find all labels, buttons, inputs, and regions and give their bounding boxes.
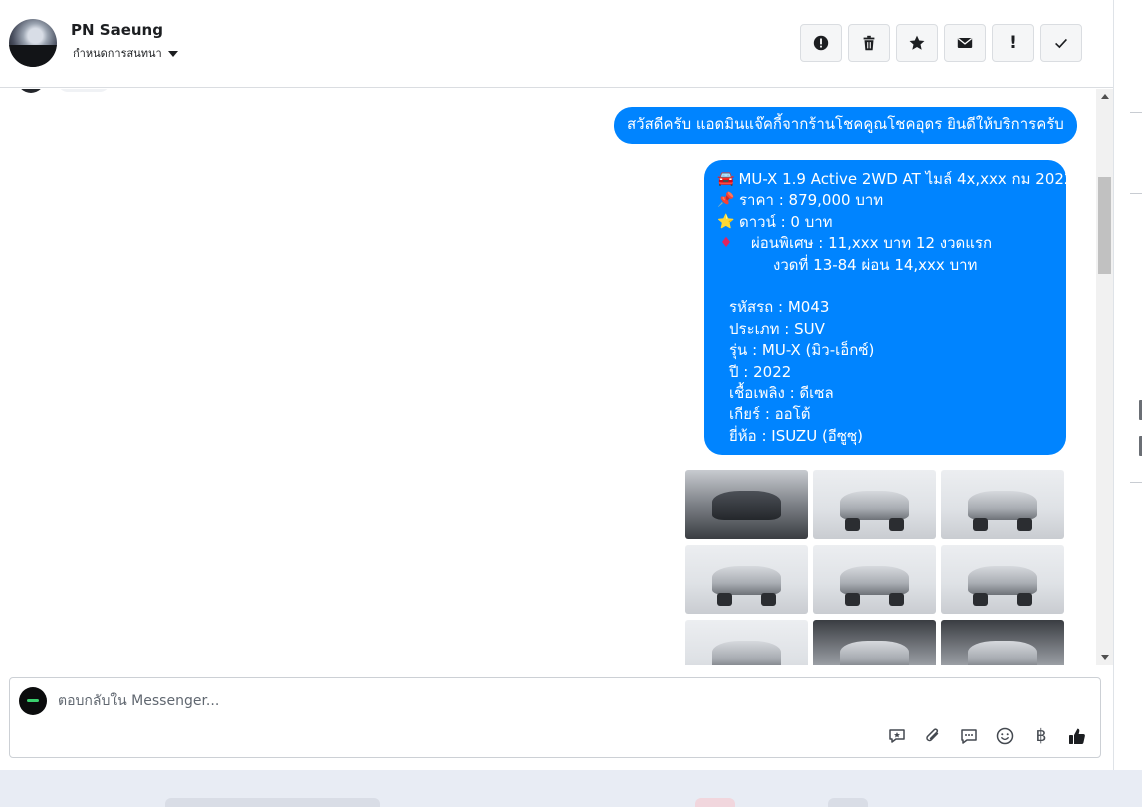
delete-button[interactable] [848, 24, 890, 62]
car-photo[interactable] [813, 545, 936, 614]
car-title: MU-X 1.9 Active 2WD AT ไมล์ 4x,xxx กม 20… [738, 170, 1074, 188]
car-photo[interactable] [813, 470, 936, 539]
emoji-icon [996, 727, 1014, 745]
car-year-line: ปี : 2022 [717, 362, 1054, 383]
mail-icon [957, 37, 973, 48]
car-title-line: 🚘 MU-X 1.9 Active 2WD AT ไมล์ 4x,xxx กม … [717, 169, 1073, 190]
car-gear-line: เกียร์ : ออโต้ [717, 404, 1054, 425]
car-emoji: 🚘 [717, 171, 735, 187]
taskbar-item [828, 798, 868, 807]
car-photo[interactable] [685, 470, 808, 539]
mark-done-button[interactable] [1040, 24, 1082, 62]
attach-button[interactable] [922, 725, 944, 747]
car-down-line: ⭐ ดาวน์ : 0 บาท [717, 212, 1054, 233]
scrollbar-thumb[interactable] [1098, 177, 1111, 274]
sender-avatar-partial [17, 89, 45, 93]
mark-spam-button[interactable] [800, 24, 842, 62]
attachment-icon [926, 728, 939, 742]
caret-down-icon [167, 50, 178, 57]
check-icon [1055, 38, 1067, 49]
car-type-line: ประเภท : SUV [717, 319, 1054, 340]
message-bubbles-icon [961, 729, 977, 744]
message-bubble-partial [58, 89, 110, 92]
photo-grid [685, 470, 1065, 665]
saved-reply-button[interactable] [886, 725, 908, 747]
scroll-up-arrow-icon[interactable] [1101, 94, 1109, 99]
taskbar-item [695, 798, 735, 807]
scroll-down-arrow-icon[interactable] [1101, 655, 1109, 660]
car-model: รุ่น : MU-X (มิว-เอ็กซ์) [729, 341, 875, 360]
thread-scrollbar[interactable] [1096, 89, 1113, 665]
car-gear: เกียร์ : ออโต้ [729, 405, 811, 424]
star-emoji: ⭐ [717, 213, 735, 230]
car-installment-rest: งวดที่ 13-84 ผ่อน 14,xxx บาท [773, 255, 978, 274]
car-fuel: เชื้อเพลิง : ดีเซล [729, 384, 834, 403]
car-code: รหัสรถ : M043 [729, 298, 830, 317]
star-button[interactable] [896, 24, 938, 62]
message-thread[interactable]: สวัสดีครับ แอดมินแจ๊คกี้จากร้านโชคคูณโชค… [0, 89, 1113, 665]
exclamation-icon: ! [1009, 33, 1017, 53]
follow-up-button[interactable]: ! [992, 24, 1034, 62]
conversation-status-dropdown[interactable]: กำหนดการสนทนา [73, 44, 178, 62]
car-photo[interactable] [941, 545, 1064, 614]
messenger-inbox-window: PN Saeung กำหนดการสนทนา ! สวัสดีครับ แอด… [0, 0, 1113, 770]
conversation-header: PN Saeung กำหนดการสนทนา ! [0, 0, 1113, 88]
message-bubble-greeting[interactable]: สวัสดีครับ แอดมินแจ๊คกี้จากร้านโชคคูณโชค… [614, 107, 1077, 144]
contact-name[interactable]: PN Saeung [71, 21, 163, 39]
car-installment-line: ♦ ผ่อนพิเศษ : 11,xxx บาท 12 งวดแรก [717, 233, 1054, 254]
car-photo[interactable] [813, 620, 936, 665]
car-photo[interactable] [941, 470, 1064, 539]
reply-input[interactable] [58, 690, 878, 712]
car-installment-line-2: งวดที่ 13-84 ผ่อน 14,xxx บาท [717, 255, 1054, 276]
diamond-emoji: ♦ [719, 235, 733, 252]
car-down-payment: ดาวน์ : 0 บาท [739, 212, 833, 231]
message-bubble-car-details[interactable]: 🚘 MU-X 1.9 Active 2WD AT ไมล์ 4x,xxx กม … [704, 160, 1073, 455]
car-photo[interactable] [941, 620, 1064, 665]
car-photo[interactable] [685, 545, 808, 614]
mark-unread-button[interactable] [944, 24, 986, 62]
trash-icon [863, 35, 875, 51]
car-installment-first: ผ่อนพิเศษ : 11,xxx บาท 12 งวดแรก [751, 234, 993, 253]
canned-message-button[interactable] [958, 725, 980, 747]
car-price: ราคา : 879,000 บาท [739, 191, 884, 210]
star-icon [909, 35, 925, 50]
alert-circle-icon [813, 35, 829, 51]
contact-avatar[interactable] [9, 19, 57, 67]
car-fuel-line: เชื้อเพลิง : ดีเซล [717, 383, 1054, 404]
thumbs-up-icon [1069, 728, 1085, 744]
pin-emoji: 📌 [717, 192, 735, 209]
header-actions: ! [800, 24, 1082, 62]
car-type: ประเภท : SUV [729, 319, 825, 338]
baht-icon: ฿ [1035, 726, 1047, 746]
composer-toolbar: ฿ [886, 725, 1088, 747]
like-button[interactable] [1066, 725, 1088, 747]
conversation-status-label: กำหนดการสนทนา [73, 47, 162, 60]
emoji-button[interactable] [994, 725, 1016, 747]
saved-reply-icon [889, 729, 905, 743]
car-model-line: รุ่น : MU-X (มิว-เอ็กซ์) [717, 340, 1054, 361]
reply-composer: ฿ [9, 677, 1101, 758]
car-photo[interactable] [685, 620, 808, 665]
payment-button[interactable]: ฿ [1030, 725, 1052, 747]
car-price-line: 📌 ราคา : 879,000 บาท [717, 190, 1054, 211]
taskbar-item [165, 798, 380, 807]
page-avatar [19, 687, 47, 715]
right-side-panel-edge [1113, 0, 1142, 770]
greeting-text: สวัสดีครับ แอดมินแจ๊คกี้จากร้านโชคคูณโชค… [627, 115, 1064, 133]
car-code-line: รหัสรถ : M043 [717, 297, 1054, 318]
car-brand-line: ยี่ห้อ : ISUZU (อีซูซุ) [717, 426, 1054, 447]
car-year: ปี : 2022 [729, 362, 792, 381]
car-brand: ยี่ห้อ : ISUZU (อีซูซุ) [729, 426, 864, 445]
